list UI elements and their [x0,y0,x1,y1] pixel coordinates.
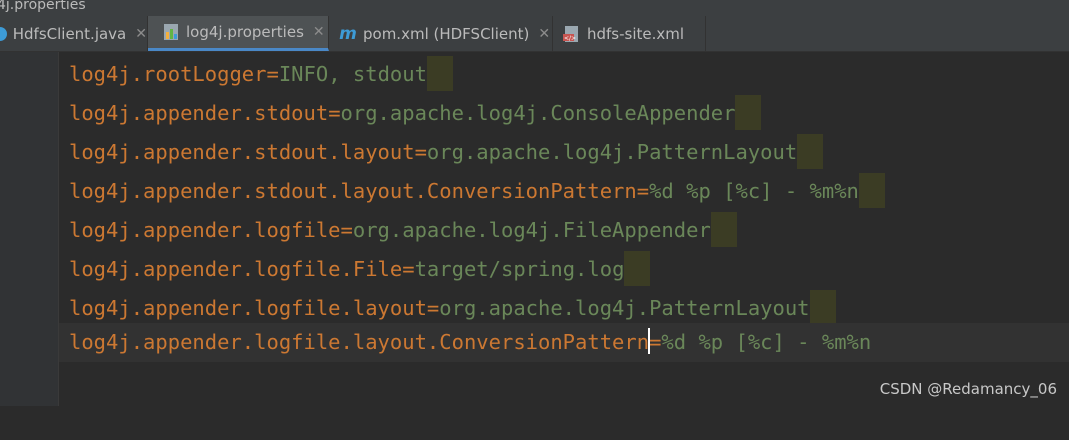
tab-label: hdfs-site.xml [587,24,685,43]
window-title-bar: 4j.properties [0,0,1069,16]
code-line[interactable]: log4j.appender.stdout.layout=org.apache.… [59,133,1069,172]
code-line[interactable]: log4j.appender.stdout=org.apache.log4j.C… [59,94,1069,133]
tab-label: pom.xml (HDFSClient) [363,24,530,43]
code-line[interactable]: log4j.rootLogger=INFO, stdout [59,55,1069,94]
xml-file-icon: </> [563,25,581,43]
code-line[interactable]: log4j.appender.logfile=org.apache.log4j.… [59,211,1069,250]
watermark: CSDN @Redamancy_06 [879,380,1057,398]
close-icon[interactable]: ✕ [135,26,147,42]
tab-log4j-properties[interactable]: log4j.properties ✕ [148,16,329,51]
tab-pom-xml[interactable]: m pom.xml (HDFSClient) ✕ [329,16,553,51]
maven-icon: m [339,23,357,44]
code-editor[interactable]: log4j.rootLogger=INFO, stdout log4j.appe… [59,52,1069,406]
editor-tab-bar: HdfsClient.java ✕ log4j.properties ✕ m p… [0,16,1069,52]
tab-label: log4j.properties [186,23,304,41]
svg-text:</>: </> [564,35,576,42]
editor-gutter[interactable] [0,52,59,406]
tab-hdfsclient-java[interactable]: HdfsClient.java ✕ [0,16,148,51]
close-icon[interactable]: ✕ [538,26,550,42]
window-title: 4j.properties [0,0,86,13]
java-class-icon [0,25,9,43]
properties-file-icon [162,23,180,41]
tab-label: HdfsClient.java [12,24,127,43]
code-line[interactable]: log4j.appender.stdout.layout.ConversionP… [59,172,1069,211]
code-line-current[interactable]: log4j.appender.logfile.layout.Conversion… [59,323,1069,362]
close-icon[interactable]: ✕ [313,24,325,40]
code-line[interactable]: log4j.appender.logfile.File=target/sprin… [59,250,1069,289]
tab-hdfs-site-xml[interactable]: </> hdfs-site.xml [553,16,706,51]
